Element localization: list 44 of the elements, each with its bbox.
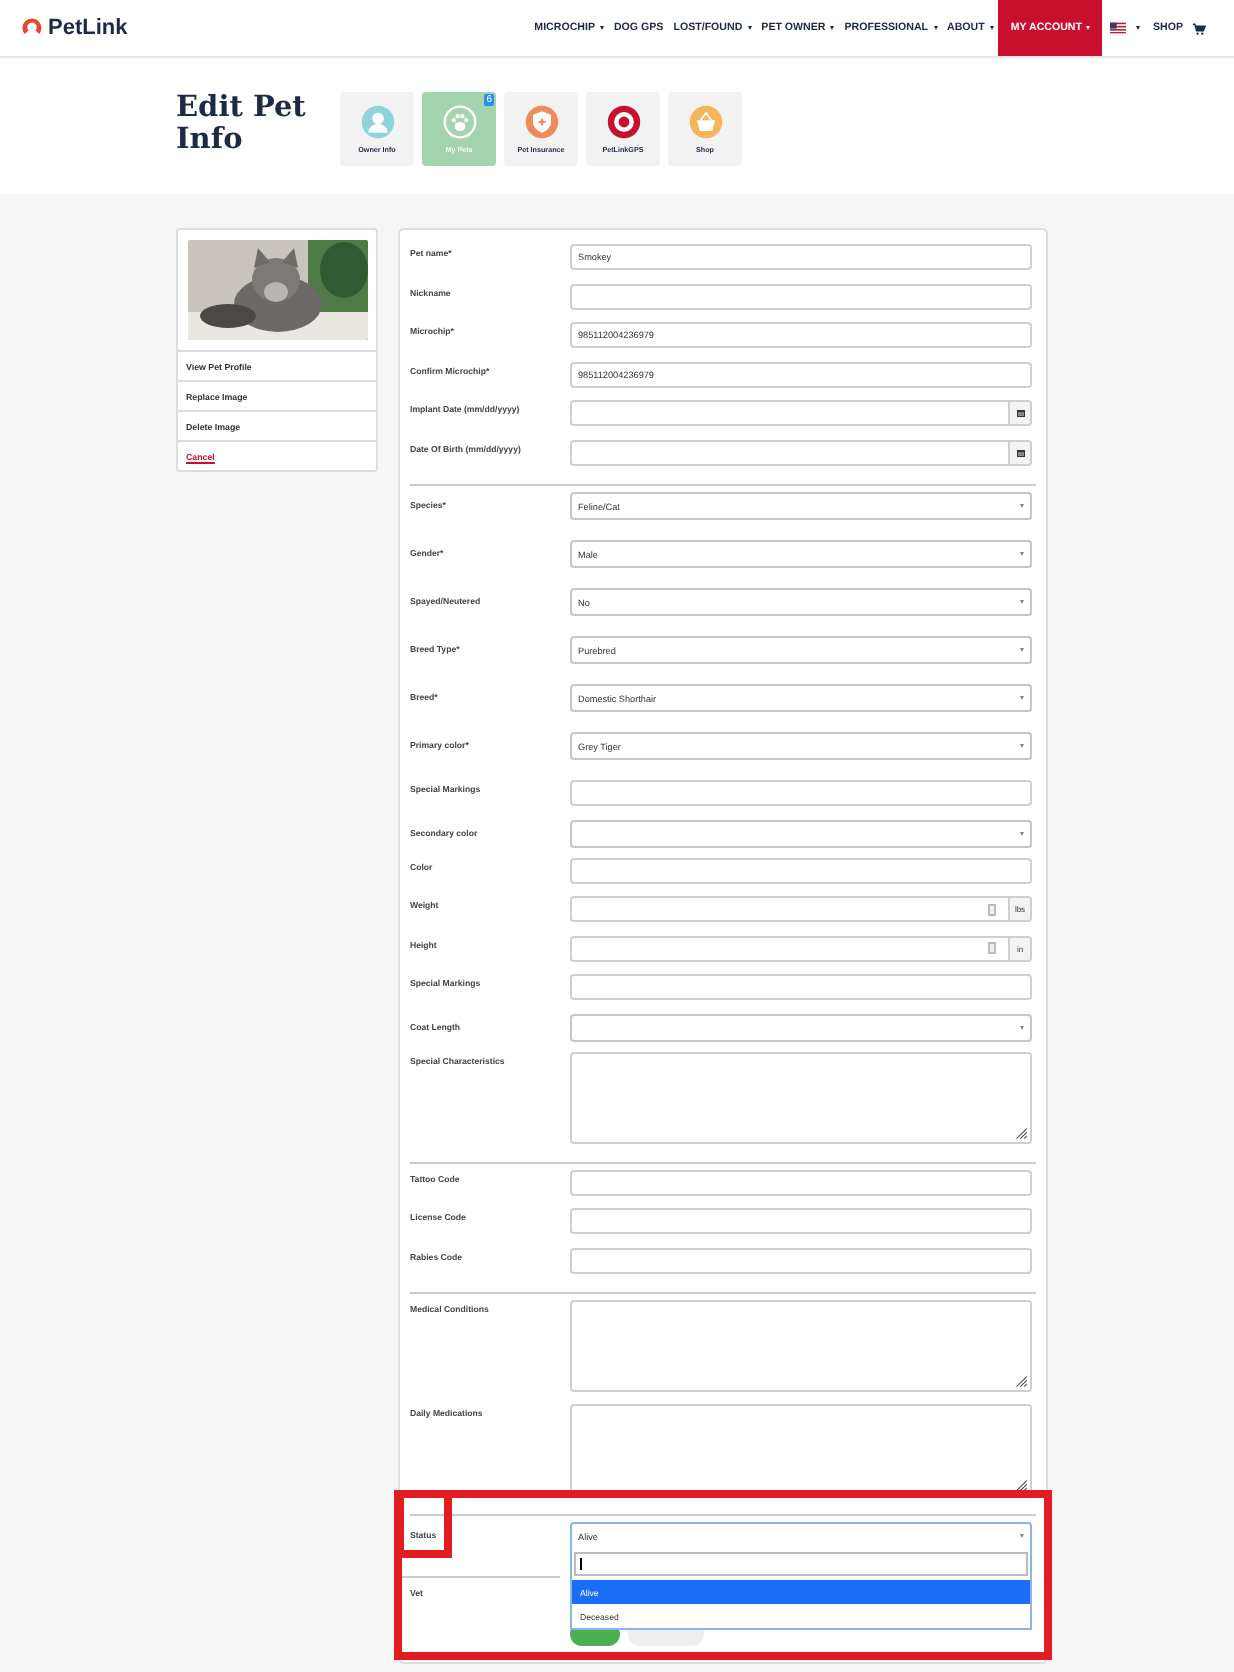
date-field[interactable] — [570, 400, 1010, 426]
paw-icon — [441, 104, 477, 140]
text-field[interactable] — [570, 857, 1032, 883]
select-field[interactable] — [570, 819, 1032, 847]
date-field[interactable] — [570, 439, 1010, 465]
text-field[interactable] — [570, 1247, 1032, 1273]
calendar-button[interactable] — [1010, 400, 1032, 426]
text-field[interactable] — [570, 780, 1032, 806]
number-field[interactable] — [570, 935, 1010, 961]
caret-icon — [1020, 600, 1024, 604]
caret-icon — [1020, 552, 1024, 556]
basket-icon — [687, 104, 723, 140]
text-cursor — [580, 1558, 582, 1570]
caret-icon — [1020, 831, 1024, 835]
caret-icon — [1020, 504, 1024, 508]
caret-icon — [1020, 648, 1024, 652]
person-icon — [359, 104, 395, 140]
resize-handle-icon — [1014, 1478, 1028, 1492]
page-title: Edit Pet Info — [176, 92, 308, 156]
text-field[interactable] — [570, 1169, 1032, 1195]
flag-icon — [1110, 22, 1127, 34]
caret-icon — [1020, 1025, 1024, 1029]
logo-icon — [20, 16, 44, 40]
number-field[interactable] — [570, 896, 1010, 922]
search-field[interactable] — [574, 1552, 1028, 1576]
calendar-icon — [1015, 447, 1025, 457]
spinner-icon — [988, 942, 996, 954]
caret-icon — [1020, 744, 1024, 748]
resize-handle-icon — [1014, 1374, 1028, 1388]
target-icon — [605, 104, 641, 140]
resize-handle-icon — [1014, 1125, 1028, 1139]
text-field[interactable] — [570, 974, 1032, 1000]
calendar-button[interactable] — [1010, 439, 1032, 465]
caret-icon — [1020, 1534, 1024, 1538]
text-field[interactable] — [570, 1208, 1032, 1234]
shield-icon — [523, 104, 559, 140]
text-field[interactable] — [570, 283, 1032, 309]
cart-icon — [1192, 21, 1206, 35]
select-field[interactable] — [570, 1013, 1032, 1041]
logo-text[interactable]: PetLink — [48, 16, 128, 40]
calendar-icon — [1015, 408, 1025, 418]
spinner-icon — [988, 903, 996, 915]
caret-icon — [1020, 696, 1024, 700]
text-area[interactable] — [570, 1404, 1032, 1496]
